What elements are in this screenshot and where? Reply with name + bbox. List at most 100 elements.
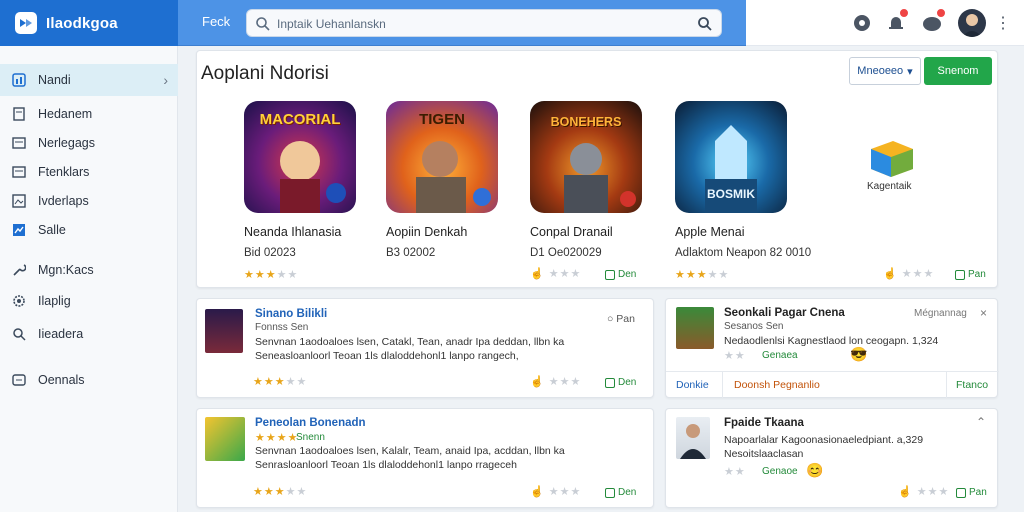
cube-app-icon	[871, 141, 913, 177]
review-card[interactable]: Peneolan Bonenadn ★★★★ Snenn Senvnan 1ao…	[196, 408, 654, 508]
sidebar-item-label: Ilaplig	[38, 294, 71, 308]
list-icon	[12, 165, 26, 179]
top-label[interactable]: Feck	[202, 14, 230, 29]
app-tile[interactable]: MACORIAL Neanda Ihlanasia Bid 02023 ★★★★…	[244, 101, 384, 286]
rating-label: Genaea	[762, 350, 798, 361]
app-name: Conpal Dranail	[530, 225, 613, 239]
notification-bell-icon[interactable]	[886, 8, 909, 33]
chevron-up-icon[interactable]: ⌃	[976, 415, 986, 429]
review-title[interactable]: Seonkali Pagar Cnena	[724, 307, 845, 319]
app-title: Ilaodkgoa	[46, 14, 118, 32]
review-thumbnail	[205, 309, 243, 353]
review-subtitle: Fonnss Sen	[255, 322, 309, 333]
star-rating: ☝ ★★★	[898, 486, 950, 498]
sidebar-item-mgnkacs[interactable]: Mgn:Kacs	[0, 254, 178, 286]
sidebar-item-label: Salle	[38, 223, 66, 237]
app-version: D1 Oe020029	[530, 247, 602, 259]
search-submit-icon[interactable]	[697, 16, 713, 32]
review-subtitle: Snenn	[296, 432, 325, 443]
app-version: Bid 02023	[244, 247, 296, 259]
review-body-line: Senvnan 1aodoaloes lsen, Kalalr, Team, a…	[255, 445, 565, 457]
tab-divider	[722, 371, 723, 398]
review-card[interactable]: Fpaide Tkaana ⌃ Napoarlalar Kagoonasiona…	[665, 408, 998, 508]
sidebar-item-ivderlaps[interactable]: Ivderlaps	[0, 185, 178, 217]
download-link[interactable]: Den	[605, 487, 636, 498]
app-tile[interactable]: BONEHERS Conpal Dranail D1 Oe020029	[530, 101, 670, 286]
download-icon	[956, 487, 966, 498]
download-link[interactable]: Den	[605, 269, 636, 280]
download-link[interactable]: Den	[605, 377, 636, 388]
search-icon	[12, 327, 26, 341]
review-avatar	[676, 417, 710, 459]
sidebar-item-hedanem[interactable]: Hedanem	[0, 98, 178, 130]
sidebar-item-label: Ivderlaps	[38, 194, 89, 208]
sidebar-item-label: Mgn:Kacs	[38, 263, 94, 277]
picture-icon	[12, 194, 26, 208]
app-tile[interactable]: BOSMIK Apple Menai Adlaktom Neapon 82 00…	[675, 101, 815, 286]
download-label: Den	[618, 487, 637, 498]
close-icon[interactable]: ×	[980, 306, 987, 320]
review-title[interactable]: Fpaide Tkaana	[724, 417, 804, 429]
app-version: B3 02002	[386, 247, 436, 259]
review-thumbnail	[205, 417, 245, 461]
download-label: Pan	[968, 269, 986, 280]
sort-dropdown[interactable]: Mneoeeo ▾	[849, 57, 921, 85]
review-card[interactable]: Sinano Bilikli Fonnss Sen Senvnan 1aodoa…	[196, 298, 654, 398]
review-card[interactable]: Seonkali Pagar Cnena Mégnannag × Sesanos…	[665, 298, 999, 398]
box-icon	[12, 373, 26, 387]
download-icon	[605, 487, 615, 498]
star-rating: ★★	[724, 466, 746, 478]
sidebar-item-nandi[interactable]: Nandi ›	[0, 64, 178, 96]
app-tile[interactable]: TIGEN Aopiin Denkah B3 02002	[386, 101, 526, 286]
search-icon	[256, 17, 270, 31]
wrench-icon	[12, 263, 26, 277]
featured-apps-card: Aoplani Ndorisi Mneoeeo ▾ Snenom MACORIAL…	[196, 50, 998, 288]
avatar[interactable]	[958, 9, 986, 37]
app-art-text: BONEHERS	[550, 115, 622, 129]
messages-icon[interactable]	[922, 8, 946, 33]
review-body-line: Seneasloanloorl Teoan 1ls dlaloddehonl1 …	[255, 350, 519, 362]
comment-action[interactable]: ○ Pan	[607, 313, 635, 325]
app-name-small: Kagentaik	[867, 181, 912, 192]
star-rating: ☝ ★★★	[883, 268, 935, 280]
review-menu-label[interactable]: Mégnannag	[914, 308, 967, 319]
app-brand[interactable]: Ilaodkgoa	[0, 0, 178, 46]
more-menu-icon[interactable]: ⋮	[995, 12, 1011, 34]
sidebar-item-salle[interactable]: Salle	[0, 214, 178, 246]
messages-badge	[936, 8, 946, 18]
card-tab[interactable]: Doonsh Pegnanlio	[734, 379, 820, 391]
review-body-line: Senrasloanloorl Teoan 1ls dlaloddehonl1 …	[255, 459, 517, 471]
app-version: Adlaktom Neapon 82 0010	[675, 247, 812, 259]
sidebar-item-label: Ftenklars	[38, 165, 90, 179]
sidebar-item-oennals[interactable]: Oennals	[0, 364, 178, 396]
search-button[interactable]: Snenom	[924, 57, 992, 85]
review-title[interactable]: Sinano Bilikli	[255, 308, 327, 320]
app-artwork: BOSMIK	[675, 101, 787, 213]
star-rating: ★★★★★	[253, 486, 308, 498]
search-input[interactable]: Inptaik Uehanlanskn	[246, 9, 722, 37]
review-body-line: Napoarlalar Kagoonasionaeledpiant. a,329	[724, 434, 924, 446]
sidebar-item-iieadera[interactable]: Iieadera	[0, 318, 178, 350]
sort-label: Mneoeeo	[857, 65, 904, 77]
app-name: Aopiin Denkah	[386, 225, 468, 239]
review-thumbnail	[676, 307, 714, 349]
sidebar-item-nerlegags[interactable]: Nerlegags	[0, 127, 178, 159]
download-link[interactable]: Pan	[955, 269, 986, 280]
top-search-bar: Feck Inptaik Uehanlanskn	[178, 0, 746, 46]
chat-icon[interactable]	[852, 13, 872, 33]
star-rating: ★★	[724, 350, 746, 362]
star-rating: ★★★★★	[253, 376, 308, 388]
review-subtitle: Sesanos Sen	[724, 321, 784, 332]
app-art-text: MACORIAL	[259, 111, 341, 128]
rating-label: Genaoe	[762, 466, 798, 477]
card-tab[interactable]: Donkie	[676, 379, 709, 391]
sidebar-item-ilaplig[interactable]: Ilaplig	[0, 285, 178, 317]
chart-line-icon	[12, 223, 26, 237]
sidebar: Nandi › Hedanem Nerlegags Ftenklars Ivde…	[0, 46, 178, 512]
app-name: Apple Menai	[675, 225, 745, 239]
review-title[interactable]: Peneolan Bonenadn	[255, 417, 366, 429]
card-tab[interactable]: Ftanco	[956, 379, 988, 391]
app-art-text: BOSMIK	[707, 187, 755, 201]
sidebar-item-ftenklars[interactable]: Ftenklars	[0, 156, 178, 188]
download-link[interactable]: Pan	[956, 487, 987, 498]
